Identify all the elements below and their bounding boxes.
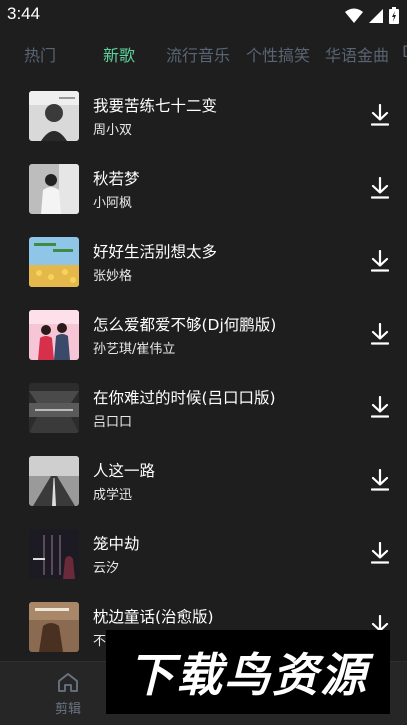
song-artist: 不 xyxy=(93,634,107,649)
song-list: 我要苦练七十二变 周小双 秋若梦 小阿枫 好好生活别想太多 张妙格 怎么爱都爱不… xyxy=(0,85,407,661)
download-icon xyxy=(371,469,389,491)
download-button[interactable] xyxy=(367,321,393,347)
song-artist: 周小双 xyxy=(93,123,133,138)
download-icon xyxy=(371,104,389,126)
status-icons xyxy=(345,6,399,24)
list-item[interactable]: 秋若梦 小阿枫 xyxy=(0,158,407,231)
home-icon xyxy=(58,673,78,692)
tab-dj[interactable]: D xyxy=(402,42,407,61)
song-artist: 云汐 xyxy=(93,561,120,576)
song-cover xyxy=(29,383,79,433)
tab-chinese-classics[interactable]: 华语金曲 xyxy=(325,42,389,66)
download-button[interactable] xyxy=(367,394,393,420)
tab-hot[interactable]: 热门 xyxy=(24,42,56,66)
song-artist: 吕口口 xyxy=(93,415,133,430)
download-icon xyxy=(371,396,389,418)
list-item[interactable]: 在你难过的时候(吕口口版) 吕口口 xyxy=(0,377,407,450)
tab-pop-music[interactable]: 流行音乐 xyxy=(166,42,230,66)
song-title: 在你难过的时候(吕口口版) xyxy=(93,389,276,407)
list-item[interactable]: 人这一路 成学迅 xyxy=(0,450,407,523)
tab-funny[interactable]: 个性搞笑 xyxy=(246,42,310,66)
song-title: 好好生活别想太多 xyxy=(93,243,218,261)
watermark-text: 下载鸟资源 xyxy=(128,648,368,702)
song-artist: 小阿枫 xyxy=(93,196,133,211)
song-cover xyxy=(29,91,79,141)
song-artist: 成学迅 xyxy=(93,488,133,503)
song-title: 秋若梦 xyxy=(93,170,140,188)
download-icon xyxy=(371,323,389,345)
download-button[interactable] xyxy=(367,540,393,566)
list-item[interactable]: 怎么爱都爱不够(Dj何鹏版) 孙艺琪/崔伟立 xyxy=(0,304,407,377)
download-button[interactable] xyxy=(367,175,393,201)
nav-item-edit[interactable]: 剪辑 xyxy=(44,672,92,717)
download-icon xyxy=(371,250,389,272)
download-button[interactable] xyxy=(367,248,393,274)
song-cover xyxy=(29,310,79,360)
wifi-icon xyxy=(345,8,363,23)
list-item[interactable]: 好好生活别想太多 张妙格 xyxy=(0,231,407,304)
song-cover xyxy=(29,164,79,214)
list-item[interactable]: 我要苦练七十二变 周小双 xyxy=(0,85,407,158)
category-tabs: 热门 新歌 流行音乐 个性搞笑 华语金曲 D xyxy=(0,38,407,70)
status-time: 3:44 xyxy=(7,4,41,23)
download-button[interactable] xyxy=(367,102,393,128)
song-title: 人这一路 xyxy=(93,462,156,480)
song-cover xyxy=(29,237,79,287)
song-cover xyxy=(29,456,79,506)
download-icon xyxy=(371,542,389,564)
song-cover xyxy=(29,529,79,579)
song-title: 笼中劫 xyxy=(93,535,140,553)
signal-icon xyxy=(369,8,383,23)
download-button[interactable] xyxy=(367,467,393,493)
list-item[interactable]: 笼中劫 云汐 xyxy=(0,523,407,596)
song-artist: 孙艺琪/崔伟立 xyxy=(93,342,176,357)
status-bar: 3:44 xyxy=(0,0,407,30)
watermark: 下载鸟资源 xyxy=(106,630,390,714)
song-cover xyxy=(29,602,79,652)
tab-new-songs[interactable]: 新歌 xyxy=(103,42,135,66)
battery-icon xyxy=(389,6,399,24)
nav-label: 剪辑 xyxy=(54,702,81,717)
song-artist: 张妙格 xyxy=(93,269,133,284)
song-title: 我要苦练七十二变 xyxy=(93,97,218,115)
song-title: 怎么爱都爱不够(Dj何鹏版) xyxy=(93,316,277,334)
download-icon xyxy=(371,177,389,199)
song-title: 枕边童话(治愈版) xyxy=(93,608,214,626)
